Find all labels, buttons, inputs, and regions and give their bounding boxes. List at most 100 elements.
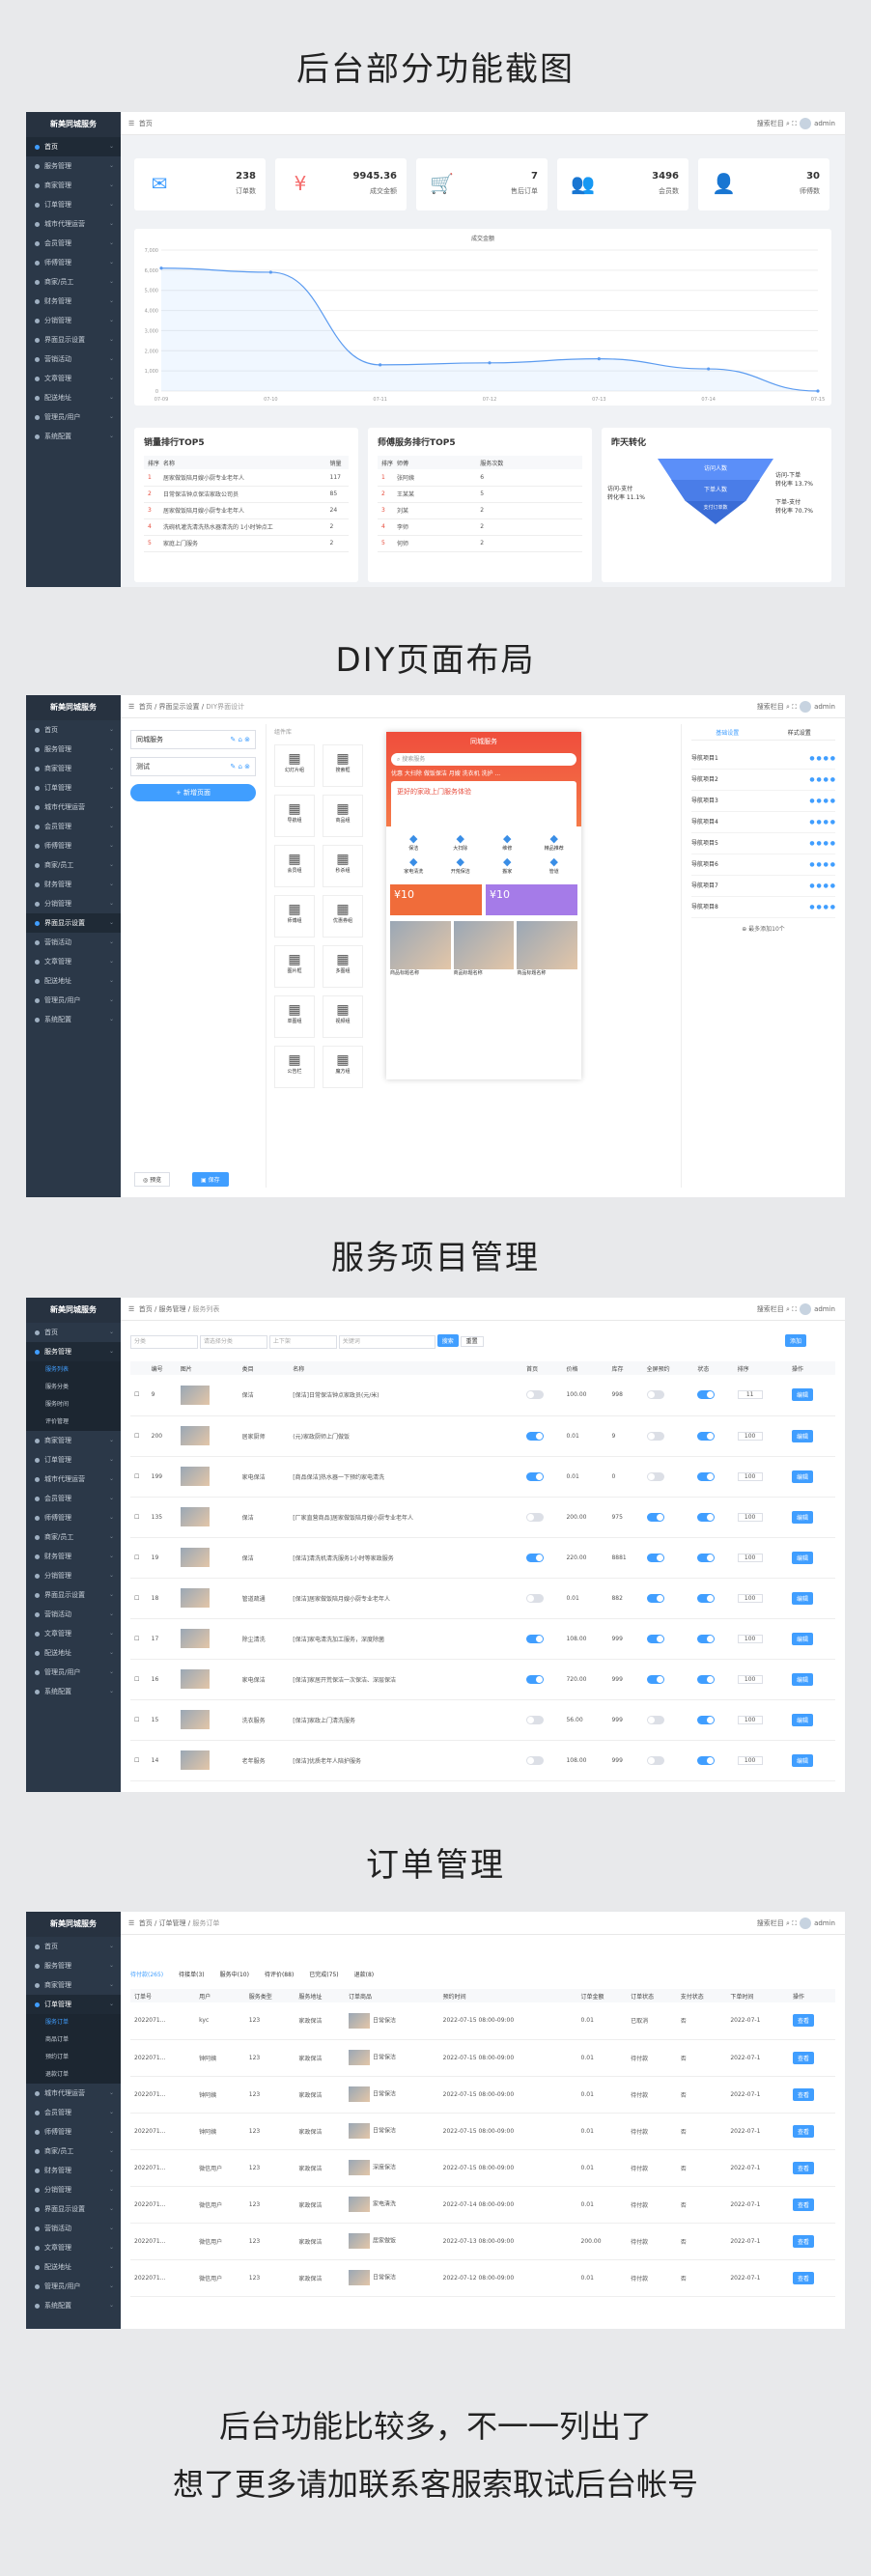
table-row[interactable]: ☐ 200 居家厨师 (元)家政厨师上门做饭 0.01 9 100 编辑 — [130, 1415, 835, 1457]
table-row[interactable]: 2022071... 钟阿姨 123 家政保洁 日常保洁 2022-07-15 08:00… — [130, 2076, 835, 2114]
sidebar-item[interactable]: 商家管理 ⌄ — [26, 1431, 121, 1450]
status-toggle[interactable] — [697, 1390, 716, 1400]
preview-button[interactable]: ◎ 预览 — [134, 1172, 171, 1187]
sidebar-item[interactable]: 城市代理运营 ⌄ — [26, 1470, 121, 1489]
sidebar-subitem[interactable]: 评价管理 — [26, 1414, 121, 1431]
sidebar-item[interactable]: 分销管理 ⌄ — [26, 1566, 121, 1585]
stat-card[interactable]: 👥 3496 会员数 — [557, 158, 688, 210]
table-row[interactable]: 2022071... 微信用户 123 家政保洁 日常保洁 2022-07-12 08:0… — [130, 2259, 835, 2297]
edit-button[interactable]: 编辑 — [792, 1753, 814, 1767]
sidebar-item[interactable]: 营销活动 ⌄ — [26, 933, 121, 952]
widget-item[interactable]: ▦ 单图组 — [274, 995, 315, 1038]
add-button[interactable]: 添加 — [784, 1334, 806, 1347]
sidebar-item[interactable]: 商家管理 ⌄ — [26, 1975, 121, 1995]
status-tab[interactable]: 服务中(10) — [220, 1972, 249, 1978]
sidebar-subitem[interactable]: 服务订单 — [26, 2014, 121, 2031]
edit-button[interactable]: 编辑 — [792, 1510, 814, 1524]
status-tab[interactable]: 退款(8) — [354, 1972, 375, 1978]
table-row[interactable]: 2022071... kyc 123 家政保洁 日常保洁 2022-07-15 08:00… — [130, 2002, 835, 2040]
sidebar-item[interactable]: 文章管理 ⌄ — [26, 952, 121, 971]
search-label[interactable]: 搜索栏目 — [757, 703, 784, 711]
table-row[interactable]: ☐ 14 老年服务 [保洁]优质老年人陪护服务 108.00 999 100 编辑 — [130, 1740, 835, 1781]
avatar[interactable] — [800, 701, 812, 713]
sidebar-subitem[interactable]: 服务分类 — [26, 1379, 121, 1396]
search-icon[interactable]: ⌕ — [786, 120, 790, 127]
status-toggle[interactable] — [697, 1512, 716, 1522]
home-toggle[interactable] — [526, 1471, 545, 1481]
sidebar-item[interactable]: 订单管理 ⌄ — [26, 778, 121, 798]
sidebar-item[interactable]: 配送地址 ⌄ — [26, 1643, 121, 1663]
row-action-icons[interactable]: ● ● ● ● — [809, 791, 835, 812]
data-point[interactable] — [268, 270, 272, 274]
edit-button[interactable]: 编辑 — [792, 1388, 814, 1402]
sidebar-item[interactable]: 师傅管理 ⌄ — [26, 836, 121, 855]
fullscreen-toggle[interactable] — [646, 1634, 664, 1643]
sidebar-item[interactable]: 城市代理运营 ⌄ — [26, 214, 121, 234]
sidebar-item[interactable]: 服务管理 ⌄ — [26, 1342, 121, 1361]
sidebar-item[interactable]: 营销活动 ⌄ — [26, 350, 121, 369]
home-toggle[interactable] — [526, 1512, 545, 1522]
row-checkbox[interactable]: ☐ — [130, 1740, 148, 1781]
avatar[interactable] — [800, 1303, 812, 1315]
edit-button[interactable]: 编辑 — [792, 1551, 814, 1564]
sidebar-item[interactable]: 商家/员工 ⌄ — [26, 1527, 121, 1547]
table-row[interactable]: 2022071... 钟阿姨 123 家政保洁 日常保洁 2022-07-15 08:00… — [130, 2039, 835, 2077]
sidebar-item[interactable]: 文章管理 ⌄ — [26, 2238, 121, 2257]
nav-setting-row[interactable]: 导航项目2 ● ● ● ● — [691, 770, 835, 791]
status-tab[interactable]: 已完成(75) — [309, 1972, 338, 1978]
sort-input[interactable]: 100 — [737, 1471, 763, 1481]
fullscreen-toggle[interactable] — [646, 1674, 664, 1684]
row-checkbox[interactable]: ☐ — [130, 1699, 148, 1741]
stat-card[interactable]: ¥9945.36 成交金额 — [275, 158, 407, 210]
phone-banner[interactable]: 更好的家政上门服务体验 — [391, 781, 576, 829]
row-checkbox[interactable]: ☐ — [130, 1456, 148, 1498]
table-row[interactable]: 4 李师 2 — [378, 518, 582, 536]
legend-label[interactable]: 成交金额 — [471, 235, 494, 242]
sidebar-item[interactable]: 城市代理运营 ⌄ — [26, 2084, 121, 2103]
row-action-icons[interactable]: ● ● ● ● — [809, 770, 835, 791]
sidebar-item[interactable]: 服务管理 ⌄ — [26, 740, 121, 759]
row-checkbox[interactable]: ☐ — [130, 1375, 148, 1416]
home-toggle[interactable] — [526, 1593, 545, 1603]
sidebar-item[interactable]: 会员管理 ⌄ — [26, 817, 121, 836]
table-row[interactable]: 1 居家做饭陪月嫂小厨专业老年人 117 — [144, 469, 349, 487]
sidebar-item[interactable]: 文章管理 ⌄ — [26, 369, 121, 388]
table-row[interactable]: ☐ 17 除尘清洗 [保洁]家电清洗加工服务，深度除菌 108.00 999 100 编辑 — [130, 1618, 835, 1660]
sidebar-item[interactable]: 城市代理运营 ⌄ — [26, 798, 121, 817]
nav-setting-row[interactable]: 导航项目8 ● ● ● ● — [691, 897, 835, 918]
table-row[interactable]: 2022071... 微信用户 123 家政保洁 家电清洗 2022-07-14 08:0… — [130, 2186, 835, 2224]
sidebar-item[interactable]: 分销管理 ⌄ — [26, 2180, 121, 2199]
avatar[interactable] — [800, 118, 812, 129]
sidebar-item[interactable]: 管理员/用户 ⌄ — [26, 991, 121, 1010]
table-row[interactable]: 3 刘某 2 — [378, 502, 582, 519]
view-button[interactable]: 查看 — [792, 2271, 814, 2284]
phone-nav-icon[interactable]: ◆ 家电清洗 — [390, 855, 437, 875]
data-point[interactable] — [816, 389, 820, 393]
view-button[interactable]: 查看 — [792, 2234, 814, 2248]
add-page-button[interactable]: + 新增页面 — [130, 784, 256, 801]
widget-item[interactable]: ▦ 师傅组 — [274, 895, 315, 938]
row-action-icons[interactable]: ● ● ● ● — [809, 812, 835, 833]
menu-toggle-icon[interactable]: ☰ — [128, 120, 134, 127]
row-checkbox[interactable]: ☐ — [130, 1578, 148, 1619]
data-point[interactable] — [707, 367, 711, 371]
username[interactable]: admin — [814, 703, 835, 711]
widget-item[interactable]: ▦ 多图组 — [323, 945, 363, 988]
phone-nav-icon[interactable]: ◆ 精品推荐 — [531, 832, 578, 852]
fullscreen-icon[interactable]: ⛶ — [792, 120, 797, 127]
sidebar-item[interactable]: 订单管理 ⌄ — [26, 1450, 121, 1470]
row-checkbox[interactable]: ☐ — [130, 1497, 148, 1538]
status-toggle[interactable] — [697, 1553, 716, 1562]
table-row[interactable]: 5 何师 2 — [378, 535, 582, 552]
edit-button[interactable]: 编辑 — [792, 1429, 814, 1442]
sort-input[interactable]: 100 — [737, 1512, 763, 1522]
sidebar-item[interactable]: 首页 ⌄ — [26, 1937, 121, 1956]
home-toggle[interactable] — [526, 1390, 545, 1400]
table-row[interactable]: 3 居家做饭陪月嫂小厨专业老年人 24 — [144, 502, 349, 519]
sidebar-item[interactable]: 师傅管理 ⌄ — [26, 253, 121, 272]
search-button[interactable]: 搜索 — [436, 1334, 459, 1347]
nav-setting-row[interactable]: 导航项目6 ● ● ● ● — [691, 854, 835, 876]
sidebar-item[interactable]: 系统配置 ⌄ — [26, 1010, 121, 1029]
nav-setting-row[interactable]: 导航项目1 ● ● ● ● — [691, 748, 835, 770]
table-row[interactable]: 4 洗碗机灌洗清洗热水器清洗的 1小时钟点工 2 — [144, 518, 349, 536]
